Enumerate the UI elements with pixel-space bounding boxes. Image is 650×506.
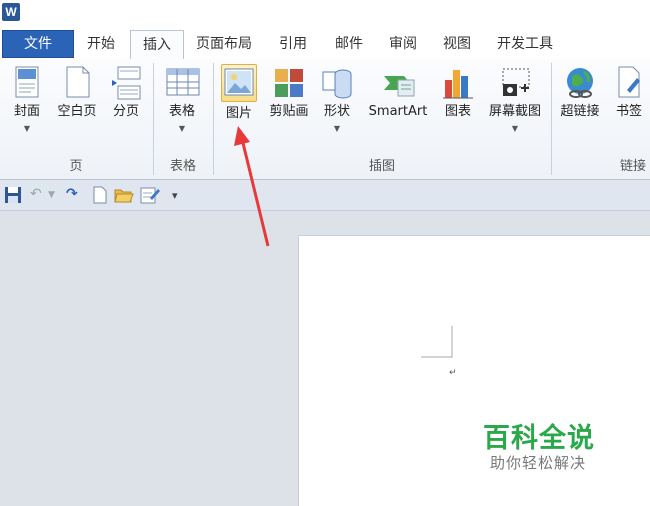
bookmark-button[interactable]: 书签 — [610, 61, 648, 120]
smartart-button[interactable]: SmartArt — [362, 61, 434, 120]
screenshot-button[interactable]: 屏幕截图 ▼ — [482, 61, 548, 134]
clipart-icon — [273, 66, 305, 100]
hyperlink-button[interactable]: 超链接 — [554, 61, 606, 120]
save-icon[interactable] — [4, 186, 22, 204]
shapes-icon — [321, 66, 353, 100]
tab-home[interactable]: 开始 — [76, 30, 126, 58]
new-document-icon[interactable] — [92, 186, 108, 204]
tab-page-layout[interactable]: 页面布局 — [187, 30, 261, 58]
quick-access-toolbar: ↶ ▼ ↷ ▾ — [0, 180, 650, 211]
tab-references[interactable]: 引用 — [268, 30, 318, 58]
tab-file[interactable]: 文件 — [2, 30, 74, 58]
chevron-down-icon: ▼ — [511, 124, 519, 133]
table-button[interactable]: 表格 ▼ — [160, 61, 204, 134]
margin-corner-icon — [421, 326, 453, 358]
tab-mailings[interactable]: 邮件 — [324, 30, 374, 58]
ribbon-tab-bar: 文件 开始 插入 页面布局 引用 邮件 审阅 视图 开发工具 — [0, 28, 650, 60]
watermark-subtitle: 助你轻松解决 — [490, 454, 587, 472]
chevron-down-icon: ▼ — [23, 124, 31, 133]
picture-icon — [221, 64, 257, 102]
screenshot-icon — [499, 66, 531, 100]
customize-toolbar-icon[interactable]: ▾ — [172, 189, 178, 207]
page-break-button[interactable]: 分页 — [106, 61, 146, 120]
tab-review[interactable]: 审阅 — [378, 30, 428, 58]
undo-dropdown-icon[interactable]: ▼ — [48, 190, 55, 208]
bookmark-icon — [613, 66, 645, 100]
tab-view[interactable]: 视图 — [432, 30, 482, 58]
edit-document-icon[interactable] — [140, 186, 160, 204]
chevron-down-icon: ▼ — [333, 124, 341, 133]
title-bar: W — [0, 0, 650, 28]
document-page[interactable]: ↵ — [298, 235, 650, 506]
clipart-button[interactable]: 剪贴画 — [264, 61, 314, 120]
paragraph-mark: ↵ — [449, 368, 457, 378]
group-label-links: 链接 — [620, 159, 647, 174]
globe-link-icon — [564, 66, 596, 100]
word-logo-icon[interactable]: W — [2, 3, 20, 21]
undo-icon[interactable]: ↶ — [30, 186, 42, 204]
page-break-icon — [110, 66, 142, 100]
tab-insert[interactable]: 插入 — [130, 30, 184, 60]
ribbon-insert: 封面 ▼ 空白页 分页 页 表格 ▼ 表格 图片 剪贴画 形状 ▼ SmartA… — [0, 59, 650, 180]
tab-developer[interactable]: 开发工具 — [486, 30, 564, 58]
bar-chart-icon — [442, 66, 474, 100]
cover-page-icon — [11, 66, 43, 100]
picture-button[interactable]: 图片 — [218, 61, 260, 122]
group-label-pages: 页 — [69, 159, 83, 174]
group-label-illustrations: 插图 — [368, 159, 395, 174]
blank-page-icon — [61, 66, 93, 100]
blank-page-button[interactable]: 空白页 — [52, 61, 102, 120]
redo-icon[interactable]: ↷ — [66, 186, 78, 204]
cover-page-button[interactable]: 封面 ▼ — [6, 61, 48, 134]
smartart-icon — [382, 66, 415, 100]
chart-button[interactable]: 图表 — [438, 61, 478, 120]
open-folder-icon[interactable] — [114, 186, 134, 204]
group-label-tables: 表格 — [169, 159, 196, 174]
table-icon — [166, 66, 200, 100]
chevron-down-icon: ▼ — [178, 124, 186, 133]
group-separator — [551, 63, 552, 175]
shapes-button[interactable]: 形状 ▼ — [318, 61, 356, 134]
watermark-title: 百科全说 — [483, 423, 595, 454]
